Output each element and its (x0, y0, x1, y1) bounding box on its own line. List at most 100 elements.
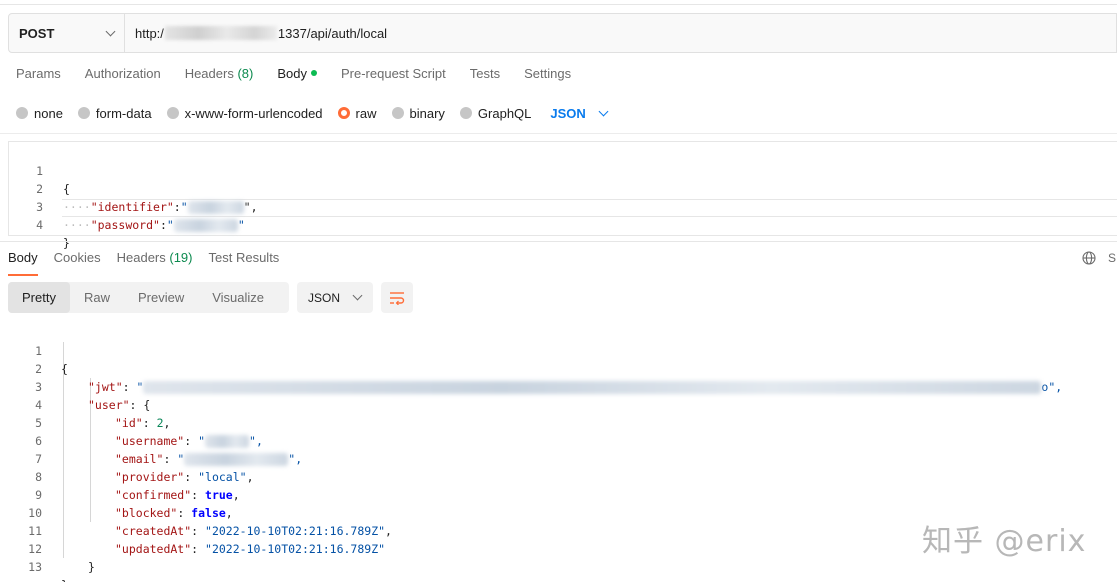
tab-pre-request-script[interactable]: Pre-request Script (341, 66, 446, 88)
url-suffix: 1337/api/auth/local (277, 25, 388, 41)
globe-icon[interactable] (1082, 251, 1096, 265)
request-body-editor[interactable]: 1 { 2 ····"identifier":" ", 3 ····"passwo… (8, 141, 1117, 250)
radio-circle (166, 107, 179, 119)
tab-label: Settings (524, 66, 572, 81)
request-bar: POST http:/ 1337/api/auth/local (8, 13, 1117, 53)
view-label: Raw (83, 290, 110, 305)
tab-test-results[interactable]: Test Results (209, 248, 280, 274)
line-number: 13 (28, 560, 42, 574)
chevron-down-icon (105, 26, 116, 36)
language-label: JSON (550, 105, 586, 121)
json-key: "password" (90, 218, 160, 232)
tab-label: Body (8, 250, 38, 265)
response-tabs: Body Cookies Headers (19) Test Results (8, 248, 295, 276)
method-select[interactable]: POST (9, 14, 125, 52)
tab-headers[interactable]: Headers (8) (185, 66, 254, 88)
code-line: 1 { (9, 144, 1117, 196)
request-tabs: Params Authorization Headers (8) Body Pr… (16, 66, 595, 88)
radio-label: x-www-form-urlencoded (184, 105, 323, 121)
url-prefix: http:/ (135, 25, 164, 41)
radio-circle-selected (337, 107, 350, 119)
code-line: 8 "confirmed": true, (0, 450, 1117, 502)
tab-params[interactable]: Params (16, 66, 61, 88)
radio-label: GraphQL (477, 105, 532, 121)
code-line: 6 "email": " ", (0, 414, 1117, 466)
code-text: ····"password":" " (63, 218, 245, 232)
code-line: 2 ····"identifier":" ", (9, 162, 1117, 214)
tab-label: Test Results (208, 250, 280, 265)
code-line: 9 "blocked": false, (0, 468, 1117, 520)
language-select[interactable]: JSON (550, 105, 609, 121)
radio-form-data[interactable]: form-data (77, 105, 152, 121)
radio-x-www-form-urlencoded[interactable]: x-www-form-urlencoded (166, 105, 323, 121)
divider (0, 133, 1117, 134)
tab-response-body[interactable]: Body (8, 248, 38, 276)
tab-cookies[interactable]: Cookies (54, 248, 101, 274)
json-string: " (237, 218, 245, 232)
tab-label: Headers (184, 66, 234, 81)
code-line: 5 "username": " ", (0, 396, 1117, 448)
top-divider (0, 4, 1117, 5)
format-label: JSON (308, 290, 341, 305)
view-pretty[interactable]: Pretty (8, 282, 70, 313)
radio-label: raw (355, 105, 377, 121)
response-format-select[interactable]: JSON (297, 282, 373, 313)
active-indicator-dot (310, 70, 317, 76)
tab-authorization[interactable]: Authorization (85, 66, 161, 88)
view-label: Preview (137, 290, 185, 305)
tab-label: Pre-request Script (340, 66, 446, 81)
save-response-label[interactable]: S (1108, 251, 1116, 265)
code-text: } (61, 576, 68, 582)
tab-tests[interactable]: Tests (470, 66, 500, 88)
code-line: 4 } (9, 198, 1117, 250)
code-line: 3 "user": { (0, 360, 1117, 412)
radio-circle (77, 107, 90, 119)
radio-label: form-data (95, 105, 152, 121)
view-preview[interactable]: Preview (124, 282, 198, 313)
code-line: 7 "provider": "local", (0, 432, 1117, 484)
tab-label: Authorization (84, 66, 161, 81)
view-visualize[interactable]: Visualize (198, 282, 278, 313)
view-raw[interactable]: Raw (70, 282, 124, 313)
redacted-host (164, 26, 277, 40)
tab-label: Body (277, 66, 307, 81)
wrap-lines-button[interactable] (381, 282, 413, 313)
url-input[interactable]: http:/ 1337/api/auth/local (125, 14, 1116, 52)
radio-label: binary (409, 105, 445, 121)
tab-label: Headers (116, 250, 166, 265)
view-label: Visualize (212, 290, 265, 305)
radio-raw[interactable]: raw (337, 105, 377, 121)
radio-circle (459, 107, 472, 119)
divider (0, 241, 1117, 242)
radio-circle (391, 107, 404, 119)
watermark: 知乎 @erix (922, 524, 1087, 559)
tab-body[interactable]: Body (277, 66, 317, 88)
headers-count: (8) (237, 66, 254, 81)
code-line: 3 ····"password":" " (9, 180, 1117, 232)
radio-graphql[interactable]: GraphQL (459, 105, 532, 121)
method-label: POST (19, 25, 55, 41)
tab-label: Tests (469, 66, 501, 81)
radio-label: none (34, 105, 63, 121)
code-line: 1 { (0, 324, 1117, 376)
tab-settings[interactable]: Settings (524, 66, 571, 88)
radio-circle (16, 107, 28, 119)
tab-response-headers[interactable]: Headers (19) (117, 248, 193, 274)
tab-label: Params (16, 66, 61, 81)
tab-label: Cookies (53, 250, 101, 265)
redacted-value (173, 219, 238, 232)
view-label: Pretty (22, 290, 56, 305)
view-mode-group: Pretty Raw Preview Visualize (8, 282, 289, 313)
radio-binary[interactable]: binary (391, 105, 445, 121)
radio-none[interactable]: none (16, 106, 63, 121)
code-line: 2 "jwt": " o", (0, 342, 1117, 394)
code-line: 10 "createdAt": "2022-10-10T02:21:16.789… (0, 486, 1117, 538)
wrap-icon (390, 291, 405, 305)
line-number: 4 (36, 218, 43, 232)
chevron-down-icon (598, 106, 609, 116)
body-type-options: none form-data x-www-form-urlencoded raw… (16, 103, 609, 123)
chevron-down-icon (352, 290, 363, 301)
code-line: 4 "id": 2, (0, 378, 1117, 430)
json-string: " (166, 218, 174, 232)
code-text: } (88, 560, 95, 574)
